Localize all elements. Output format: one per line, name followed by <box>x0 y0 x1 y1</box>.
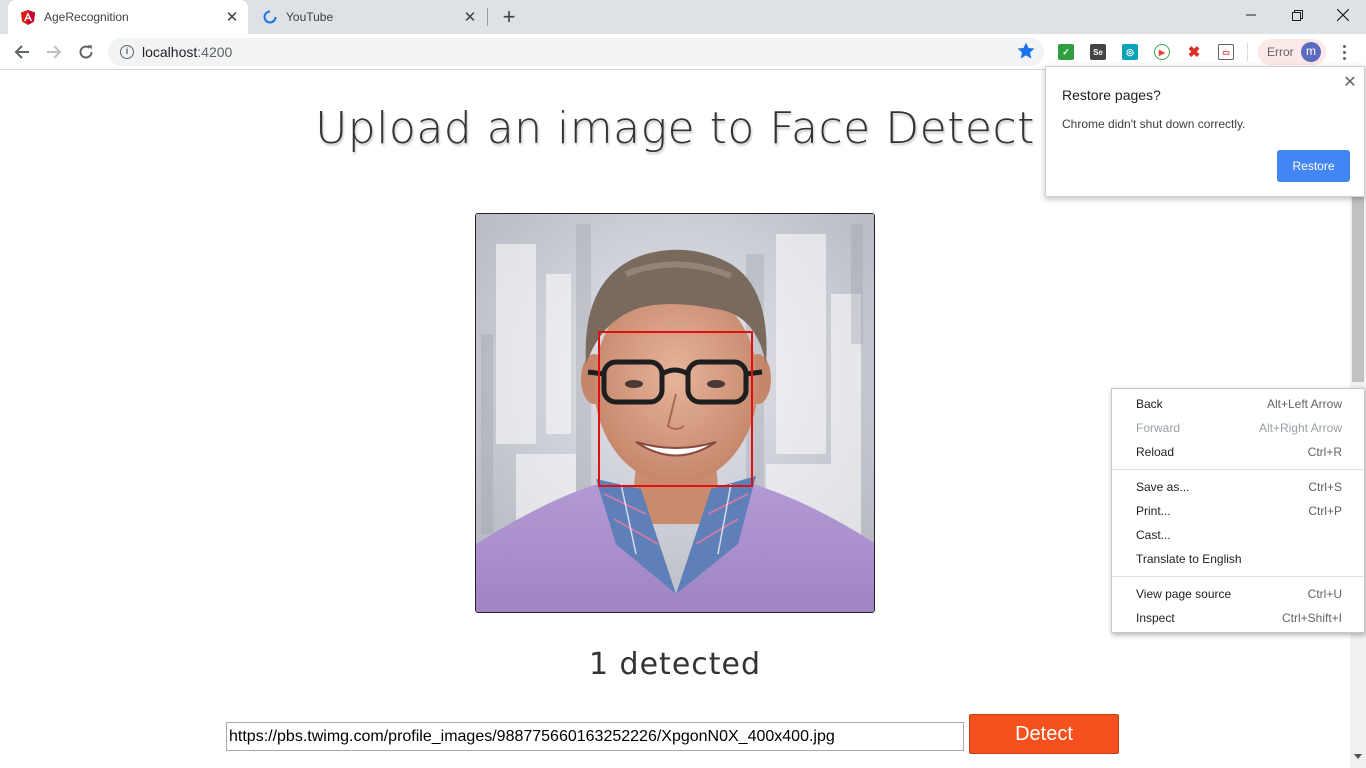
scroll-down-icon[interactable] <box>1354 754 1362 759</box>
menu-item-cast[interactable]: Cast... <box>1112 524 1364 546</box>
address-url: localhost:4200 <box>142 44 233 60</box>
info-icon[interactable]: i <box>120 45 134 59</box>
detected-count: 1 detected <box>588 647 762 682</box>
bookmark-star-icon[interactable] <box>1016 41 1036 61</box>
tab-title: AgeRecognition <box>44 10 129 24</box>
forward-button[interactable] <box>40 38 68 66</box>
tab-title: YouTube <box>286 10 334 24</box>
face-detection-box <box>598 331 753 487</box>
close-icon[interactable]: ✕ <box>1342 75 1358 91</box>
arrow-left-icon <box>14 45 29 59</box>
scroll-thumb[interactable] <box>1352 197 1364 382</box>
menu-kebab-icon[interactable] <box>1332 38 1356 66</box>
tab-agerecognition[interactable]: AgeRecognition ✕ <box>8 0 248 34</box>
menu-item-reload[interactable]: Reload Ctrl+R <box>1112 441 1364 463</box>
close-tab-icon[interactable]: ✕ <box>460 7 480 27</box>
image-url-input[interactable] <box>226 722 964 751</box>
toolbar-divider <box>1247 43 1248 61</box>
back-button[interactable] <box>8 38 36 66</box>
menu-item-save-as[interactable]: Save as... Ctrl+S <box>1112 476 1364 498</box>
tab-youtube[interactable]: YouTube ✕ <box>250 0 486 34</box>
uploaded-photo <box>475 213 875 613</box>
error-label: Error <box>1267 45 1294 59</box>
new-tab-button[interactable]: + <box>497 4 521 29</box>
close-window-button[interactable] <box>1320 0 1366 30</box>
minimize-icon <box>1246 14 1256 16</box>
context-menu: Back Alt+Left Arrow Forward Alt+Right Ar… <box>1111 388 1365 633</box>
address-bar[interactable]: i localhost:4200 <box>108 38 1044 66</box>
extension-selenium-icon[interactable]: Se <box>1090 44 1106 60</box>
restore-pages-bubble: Restore pages? Chrome didn't shut down c… <box>1045 66 1365 197</box>
restore-title: Restore pages? <box>1062 87 1161 103</box>
restore-message: Chrome didn't shut down correctly. <box>1062 117 1246 131</box>
extension-grid-icon[interactable]: ◎ <box>1122 44 1138 60</box>
restore-button[interactable]: Restore <box>1277 150 1350 182</box>
arrow-right-icon <box>47 45 62 59</box>
avatar[interactable]: m <box>1301 42 1321 62</box>
menu-item-translate[interactable]: Translate to English <box>1112 548 1364 570</box>
menu-item-forward[interactable]: Forward Alt+Right Arrow <box>1112 417 1364 439</box>
extension-cast-icon[interactable]: ▭ <box>1218 44 1234 60</box>
restore-window-button[interactable] <box>1274 0 1320 30</box>
browser-toolbar: i localhost:4200 ✓ Se ◎ ▶ ✖ ▭ Error m <box>0 34 1366 70</box>
reload-icon <box>79 45 93 59</box>
extension-sheets-icon[interactable]: ✓ <box>1058 44 1074 60</box>
detect-button[interactable]: Detect <box>969 714 1119 754</box>
tab-strip: AgeRecognition ✕ YouTube ✕ + <box>0 0 1366 34</box>
restore-window-icon <box>1291 9 1303 21</box>
extension-cross-icon[interactable]: ✖ <box>1186 44 1202 61</box>
close-tab-icon[interactable]: ✕ <box>222 7 242 27</box>
reload-button[interactable] <box>72 38 100 66</box>
menu-separator <box>1112 469 1364 470</box>
tab-divider <box>487 8 488 26</box>
minimize-button[interactable] <box>1228 0 1274 30</box>
menu-item-view-source[interactable]: View page source Ctrl+U <box>1112 583 1364 605</box>
menu-item-inspect[interactable]: Inspect Ctrl+Shift+I <box>1112 607 1364 629</box>
menu-separator <box>1112 576 1364 577</box>
angular-icon <box>20 9 36 25</box>
menu-item-print[interactable]: Print... Ctrl+P <box>1112 500 1364 522</box>
menu-item-back[interactable]: Back Alt+Left Arrow <box>1112 393 1364 415</box>
loading-spinner-icon <box>262 9 278 25</box>
extension-play-icon[interactable]: ▶ <box>1154 44 1170 60</box>
close-icon <box>1337 9 1349 21</box>
